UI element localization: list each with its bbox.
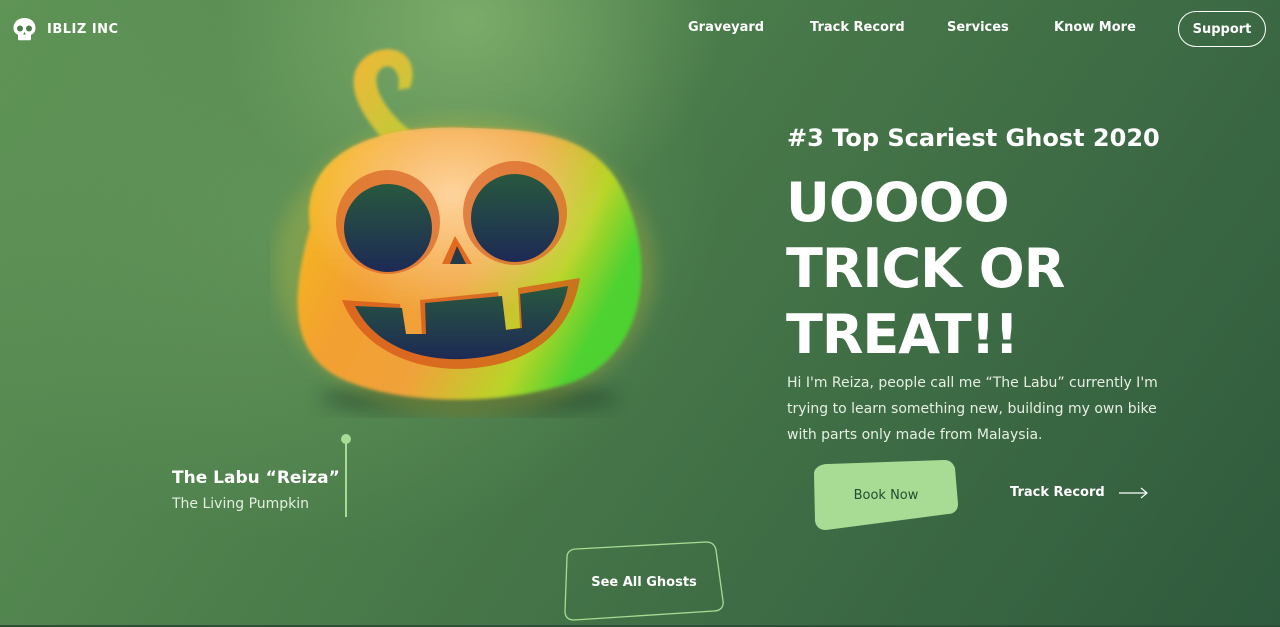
brand-logo[interactable]: IBLIZ INC xyxy=(12,17,119,41)
book-now-label: Book Now xyxy=(853,487,919,503)
hero-title: UOOOO TRICK OR TREAT!! xyxy=(786,170,1065,368)
ghost-name: The Labu “Reiza” xyxy=(172,468,340,488)
nav-link-track-record[interactable]: Track Record xyxy=(810,20,905,35)
nav-link-know-more[interactable]: Know More xyxy=(1054,20,1136,35)
support-button[interactable]: Support xyxy=(1178,11,1266,47)
ghost-subtitle: The Living Pumpkin xyxy=(172,496,310,512)
hero-kicker: #3 Top Scariest Ghost 2020 xyxy=(787,124,1160,152)
skull-icon xyxy=(13,18,36,41)
track-record-label: Track Record xyxy=(1010,485,1105,500)
book-now-button[interactable]: Book Now xyxy=(814,460,958,530)
see-all-label: See All Ghosts xyxy=(591,574,697,590)
hero-title-line: UOOOO xyxy=(786,171,1009,234)
track-record-link[interactable]: Track Record xyxy=(1010,485,1149,500)
see-all-ghosts-button[interactable]: See All Ghosts xyxy=(562,541,726,623)
hero-title-line: TREAT!! xyxy=(786,303,1019,366)
brand-name: IBLIZ INC xyxy=(47,21,119,37)
nav-link-services[interactable]: Services xyxy=(947,20,1009,35)
hero-description: Hi I'm Reiza, people call me “The Labu” … xyxy=(787,375,1158,443)
jack-o-lantern-pumpkin-image xyxy=(275,49,655,418)
nav-link-graveyard[interactable]: Graveyard xyxy=(688,20,764,35)
caption-pointer-line xyxy=(345,440,347,517)
arrow-right-icon xyxy=(1118,487,1148,498)
hero-title-line: TRICK OR xyxy=(786,237,1065,300)
